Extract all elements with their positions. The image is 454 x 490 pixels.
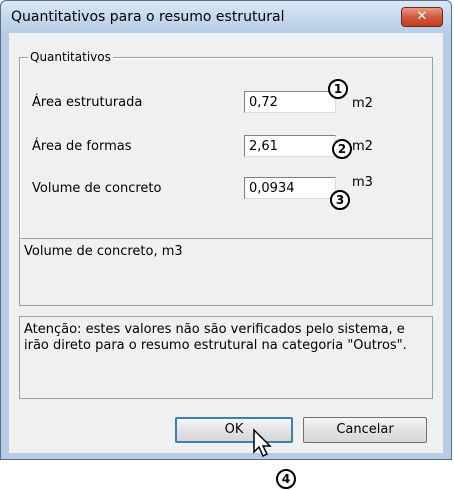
- description-panel: Volume de concreto, m3: [19, 238, 433, 306]
- marker-4: 4: [276, 469, 296, 489]
- volume-concreto-label: Volume de concreto: [32, 181, 162, 196]
- window-title: Quantitativos para o resumo estrutural: [11, 9, 285, 25]
- area-formas-input[interactable]: 2,61: [244, 135, 336, 157]
- ok-label: OK: [224, 422, 244, 437]
- cancel-button[interactable]: Cancelar: [303, 417, 427, 443]
- cancel-label: Cancelar: [336, 422, 394, 437]
- marker-2: 2: [332, 139, 352, 159]
- area-estruturada-label: Área estruturada: [32, 95, 143, 110]
- marker-3: 3: [330, 190, 350, 210]
- marker-1: 1: [328, 79, 348, 99]
- dialog-window: Quantitativos para o resumo estrutural ✕…: [0, 0, 452, 460]
- ok-button[interactable]: OK: [175, 417, 293, 443]
- area-formas-unit: m2: [352, 139, 373, 154]
- mouse-pointer-icon: [253, 428, 272, 458]
- description-text: Volume de concreto, m3: [24, 244, 183, 259]
- note-text: Atenção: estes valores não são verificad…: [24, 322, 407, 353]
- title-bar[interactable]: Quantitativos para o resumo estrutural ✕: [1, 1, 451, 33]
- area-estruturada-unit: m2: [352, 96, 373, 111]
- volume-concreto-input[interactable]: 0,0934: [244, 177, 336, 199]
- quantitativos-group: Quantitativos Área estruturada 0,72 1 m2…: [19, 50, 433, 248]
- close-icon: ✕: [416, 9, 428, 24]
- group-legend: Quantitativos: [28, 50, 113, 64]
- area-formas-label: Área de formas: [32, 139, 132, 154]
- close-button[interactable]: ✕: [401, 7, 443, 27]
- volume-concreto-unit: m3: [352, 175, 373, 190]
- note-panel: Atenção: estes valores não são verificad…: [19, 316, 433, 399]
- dialog-body: Quantitativos Área estruturada 0,72 1 m2…: [9, 33, 443, 453]
- area-estruturada-input[interactable]: 0,72: [244, 91, 336, 113]
